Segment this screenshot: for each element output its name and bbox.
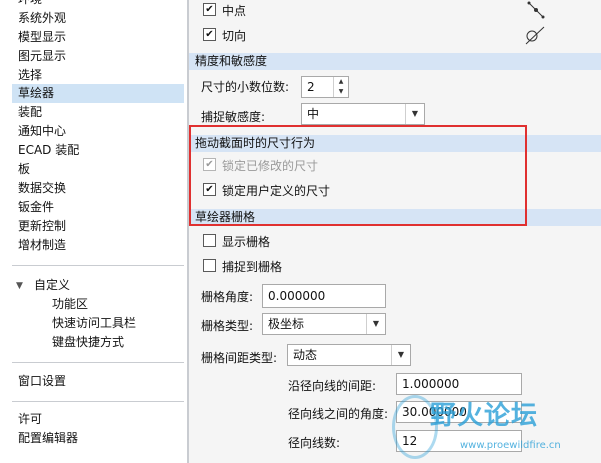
sidebar-item-notification-center[interactable]: 通知中心 (18, 122, 66, 141)
snap-to-grid-checkbox[interactable] (203, 259, 216, 272)
spin-up-icon[interactable]: ▲ (333, 77, 348, 87)
sidebar-item-data-exchange[interactable]: 数据交换 (18, 179, 66, 198)
decimals-label: 尺寸的小数位数: (201, 80, 290, 94)
grid-spacing-type-dropdown[interactable]: 动态 ▼ (287, 344, 411, 366)
grid-type-dropdown[interactable]: 极坐标 ▼ (262, 313, 386, 335)
sidebar-divider (12, 401, 184, 402)
sidebar-item-window-settings[interactable]: 窗口设置 (18, 372, 66, 391)
snap-sensitivity-label: 捕捉敏感度: (201, 110, 266, 124)
sidebar-item-keyboard-shortcuts[interactable]: 键盘快捷方式 (52, 333, 124, 352)
sidebar-divider (12, 362, 184, 363)
radial-spacing-input[interactable]: 1.000000 (396, 373, 522, 395)
radial-count-label: 径向线数: (288, 436, 341, 450)
sidebar-item-sheetmetal[interactable]: 钣金件 (18, 198, 54, 217)
midpoint-checkbox[interactable]: ✔ (203, 3, 216, 16)
grid-type-label: 栅格类型: (201, 319, 254, 333)
watermark-url: www.proewildfire.cn (460, 440, 561, 451)
expand-triangle-icon[interactable]: ▼ (16, 281, 23, 291)
sidebar-item-ecad-assembly[interactable]: ECAD 装配 (18, 141, 79, 160)
spin-down-icon[interactable]: ▼ (333, 87, 348, 97)
show-grid-label: 显示栅格 (222, 235, 271, 249)
sidebar-item-assembly[interactable]: 装配 (18, 103, 42, 122)
grid-spacing-type-label: 栅格间距类型: (201, 351, 278, 365)
sidebar-item-ribbon[interactable]: 功能区 (52, 295, 88, 314)
sidebar-item-quick-access-toolbar[interactable]: 快速访问工具栏 (52, 314, 136, 333)
midpoint-icon (527, 1, 545, 19)
sidebar-item-model-display[interactable]: 模型显示 (18, 28, 66, 47)
sidebar-item-sketcher[interactable]: 草绘器 (12, 84, 184, 103)
midpoint-label: 中点 (222, 4, 247, 18)
grid-angle-input[interactable]: 0.000000 (262, 284, 386, 308)
sidebar-item-license[interactable]: 许可 (18, 410, 42, 429)
highlight-frame (189, 125, 527, 226)
snap-to-grid-label: 捕捉到栅格 (222, 260, 283, 274)
watermark-text: 野火论坛 (430, 401, 539, 431)
sidebar-item-environment[interactable]: 环境 (18, 0, 42, 9)
chevron-down-icon[interactable]: ▼ (366, 314, 385, 334)
options-sidebar: 环境 系统外观 模型显示 图元显示 选择 草绘器 装配 通知中心 ECAD 装配… (0, 0, 187, 463)
sidebar-item-selection[interactable]: 选择 (18, 66, 42, 85)
sidebar-item-system-appearance[interactable]: 系统外观 (18, 9, 66, 28)
snap-sensitivity-dropdown[interactable]: 中 ▼ (301, 103, 425, 125)
tangent-icon (525, 26, 545, 45)
radial-spacing-label: 沿径向线的间距: (288, 379, 377, 393)
sidebar-item-update-control[interactable]: 更新控制 (18, 217, 66, 236)
tangent-label: 切向 (222, 29, 247, 43)
sidebar-item-entity-display[interactable]: 图元显示 (18, 47, 66, 66)
show-grid-checkbox[interactable] (203, 234, 216, 247)
sidebar-item-additive-manufacturing[interactable]: 增材制造 (18, 236, 66, 255)
grid-type-value: 极坐标 (268, 317, 305, 331)
decimals-value: 2 (307, 80, 315, 94)
sidebar-item-board[interactable]: 板 (18, 160, 30, 179)
grid-angle-label: 栅格角度: (201, 290, 254, 304)
chevron-down-icon[interactable]: ▼ (405, 104, 424, 124)
sidebar-divider (12, 265, 184, 266)
sidebar-item-config-editor[interactable]: 配置编辑器 (18, 429, 78, 448)
grid-spacing-type-value: 动态 (293, 348, 318, 362)
sidebar-item-customize[interactable]: 自定义 (34, 276, 70, 295)
tangent-checkbox[interactable]: ✔ (203, 28, 216, 41)
snap-sensitivity-value: 中 (307, 107, 320, 121)
radial-angle-label: 径向线之间的角度: (288, 407, 389, 421)
decimals-spinbox[interactable]: 2 ▲ ▼ (301, 76, 349, 98)
precision-section-header: 精度和敏感度 (189, 53, 601, 70)
chevron-down-icon[interactable]: ▼ (391, 345, 410, 365)
sketcher-options-panel: ✔ 中点 ✔ 切向 精度和敏感度 尺寸的小数位数: 2 ▲ ▼ 捕捉敏感度: 中… (189, 0, 601, 463)
